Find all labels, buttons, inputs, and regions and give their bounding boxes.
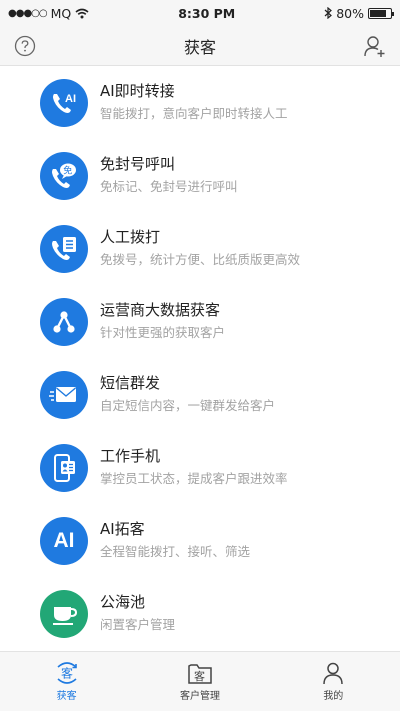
folder-icon: 客 [188, 664, 212, 684]
page-title: 获客 [183, 37, 216, 57]
list-item-subtitle: 闲置客户管理 [100, 617, 176, 632]
list-item-text: 工作手机 掌控员工状态，提成客户跟进效率 [100, 446, 288, 489]
tab-mine[interactable]: 我的 [267, 652, 400, 711]
list-item-text: AI拓客 全程智能拨打、接听、筛选 [100, 519, 250, 562]
user-icon [323, 662, 344, 685]
help-icon [14, 35, 36, 56]
list-item-text: 运营商大数据获客 针对性更强的获取客户 [100, 300, 225, 343]
list-item-title: 公海池 [100, 593, 146, 611]
list-item-title: AI即时转接 [100, 82, 175, 100]
list-item-subtitle: 自定短信内容，一键群发给客户 [100, 398, 276, 413]
list-item-subtitle: 掌控员工状态，提成客户跟进效率 [100, 471, 288, 486]
tab-label: 我的 [323, 691, 344, 702]
list-item-title: 短信群发 [100, 374, 161, 392]
tab-label: 客户管理 [179, 691, 220, 702]
add-contact-button[interactable] [362, 33, 388, 59]
status-right: 80% [324, 5, 394, 21]
carrier-label: MQ [50, 5, 72, 21]
list-item-text: 短信群发 自定短信内容，一键群发给客户 [100, 373, 275, 416]
add-user-icon [364, 35, 385, 57]
wifi-icon [75, 8, 89, 18]
list-item-ai-expand[interactable]: AI AI拓客 全程智能拨打、接听、筛选 [0, 504, 400, 577]
list-item-work-phone[interactable]: 工作手机 掌控员工状态，提成客户跟进效率 [0, 431, 400, 504]
list-item-text: 公海池 闲置客户管理 [100, 592, 175, 635]
work-phone-icon [40, 443, 88, 492]
list-item-ai-transfer[interactable]: AI AI即时转接 智能拨打，意向客户即时转接人工 [0, 66, 400, 139]
list-item-subtitle: 全程智能拨打、接听、筛选 [100, 544, 251, 559]
tab-icon-text: 客 [61, 666, 73, 681]
feature-list: AI AI即时转接 智能拨打，意向客户即时转接人工 免 免封号呼叫 免标记、免封… [0, 66, 400, 650]
list-item-text: 免封号呼叫 免标记、免封号进行呼叫 [100, 154, 238, 197]
big-data-icon [40, 297, 88, 346]
status-left: ●●●○○ MQ [8, 6, 89, 21]
list-item-sms[interactable]: 短信群发 自定短信内容，一键群发给客户 [0, 358, 400, 431]
ai-badge-text: AI [65, 93, 76, 105]
status-bar: ●●●○○ MQ 8:30 PM 80% [0, 0, 400, 26]
free-badge-text: 免 [63, 164, 72, 176]
list-item-manual-dial[interactable]: 人工拨打 免拨号，统计方便、比纸质版更高效 [0, 212, 400, 285]
battery-fill [369, 9, 386, 17]
signal-strength-icon: ●●●○○ [8, 7, 48, 19]
list-item-title: AI拓客 [100, 520, 145, 538]
bluetooth-icon [324, 7, 333, 19]
list-item-title: 免封号呼叫 [100, 155, 176, 173]
list-item-text: 人工拨打 免拨号，统计方便、比纸质版更高效 [100, 227, 300, 270]
get-customers-icon: 客 [57, 662, 77, 684]
battery-percent: 80% [336, 5, 364, 21]
list-item-title: 工作手机 [100, 447, 161, 465]
list-item-text: AI即时转接 智能拨打，意向客户即时转接人工 [100, 81, 288, 124]
public-pool-icon [40, 589, 88, 638]
navigation-bar: 获客 [0, 26, 400, 66]
manual-dial-icon [40, 224, 88, 273]
tab-icon-text: 客 [194, 669, 205, 683]
ai-expand-icon-text: AI [53, 528, 75, 552]
list-item-subtitle: 免拨号，统计方便、比纸质版更高效 [100, 252, 301, 267]
ai-phone-icon: AI [40, 78, 88, 127]
tab-get-customers[interactable]: 客 获客 [0, 652, 133, 711]
list-item-subtitle: 针对性更强的获取客户 [100, 325, 226, 340]
bottom-tab-bar: 客 获客 客 客户管理 我的 [0, 651, 400, 711]
tab-customer-management[interactable]: 客 客户管理 [133, 652, 266, 711]
list-item-public-pool[interactable]: 公海池 闲置客户管理 [0, 577, 400, 650]
list-item-title: 运营商大数据获客 [100, 301, 221, 319]
list-item-free-call[interactable]: 免 免封号呼叫 免标记、免封号进行呼叫 [0, 139, 400, 212]
sms-icon [40, 370, 88, 419]
list-item-big-data[interactable]: 运营商大数据获客 针对性更强的获取客户 [0, 285, 400, 358]
list-item-subtitle: 免标记、免封号进行呼叫 [100, 179, 238, 194]
tab-label: 获客 [56, 691, 77, 702]
status-time: 8:30 PM [178, 5, 236, 21]
list-item-subtitle: 智能拨打，意向客户即时转接人工 [100, 106, 288, 121]
list-item-title: 人工拨打 [100, 228, 161, 246]
ai-expand-icon: AI [40, 516, 88, 565]
free-call-icon: 免 [40, 151, 88, 200]
help-button[interactable] [12, 33, 38, 59]
battery-icon [367, 7, 394, 19]
